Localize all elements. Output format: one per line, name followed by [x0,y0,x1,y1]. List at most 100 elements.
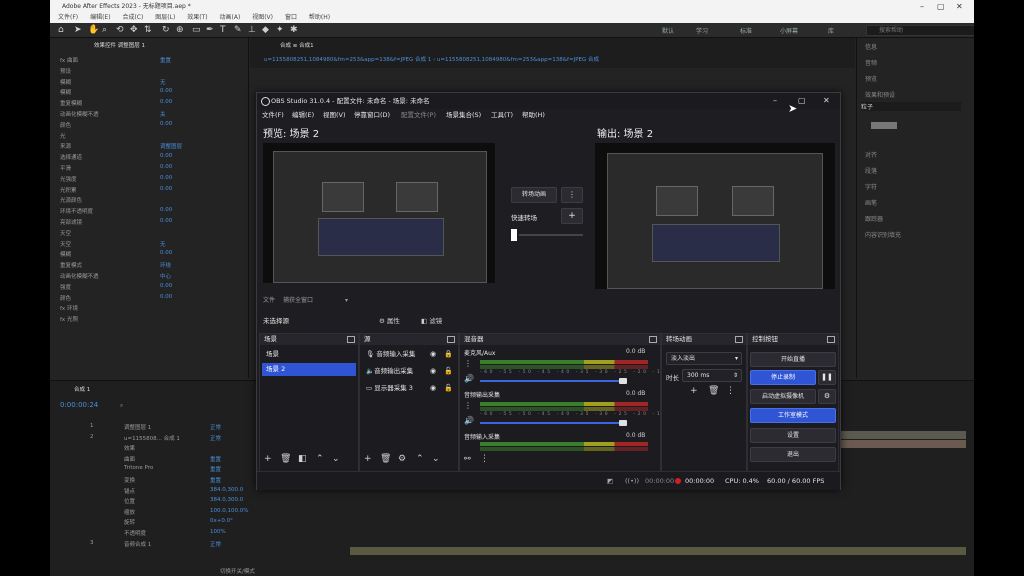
pan-tool-icon[interactable]: ✥ [130,25,138,35]
kebab-menu-icon[interactable]: ⋮ [464,401,472,410]
rp-tracker[interactable]: 跟踪器 [865,214,883,223]
minimize-icon[interactable]: – [920,0,924,13]
lock-icon[interactable]: 🔓 [444,367,453,375]
effect-property-row[interactable]: 重复模糊 0.00 [60,99,172,108]
effect-property-row[interactable]: 来源 调整图层 [60,142,182,151]
timeline-layer-row[interactable]: 3 音频合成 1 正常 [90,540,221,549]
effect-property-row[interactable]: 模糊 0.00 [60,88,172,97]
obs-menu-profile[interactable]: 配置文件(P) [401,109,436,122]
layer-mode[interactable]: 0x+0.0° [210,518,233,524]
volume-slider[interactable] [480,422,623,424]
effect-property-value[interactable]: 0.00 [160,283,172,289]
ae-menu-layer[interactable]: 图层(L) [155,14,175,21]
workspace-learn[interactable]: 学习 [696,26,708,35]
anchor-tool-icon[interactable]: ⊕ [176,25,184,35]
ae-menu-animation[interactable]: 动画(A) [220,14,241,21]
effect-property-row[interactable]: 预设 [60,67,71,76]
stamp-tool-icon[interactable]: ⊥ [248,25,256,35]
effect-property-value[interactable]: 环绕 [160,261,171,269]
workspace-default[interactable]: 默认 [662,26,674,35]
layer-mode[interactable]: 384.0,300.0 [210,497,243,503]
workspace-library[interactable]: 库 [828,26,834,35]
filter-icon[interactable]: ◧ [298,454,307,464]
exit-button[interactable]: 退出 [750,447,836,462]
effect-property-row[interactable]: 环境不透明度 0.00 [60,207,172,216]
transition-type-select[interactable]: 淡入淡出 ▾ [666,352,742,365]
preview-canvas[interactable] [263,143,495,283]
obs-menu-file[interactable]: 文件(F) [262,109,284,122]
timeline-layer-row[interactable]: 1 调整图层 1 正常 [90,423,221,432]
selection-tool-icon[interactable]: ➤ [74,25,82,35]
pen-tool-icon[interactable]: ✒ [206,25,214,35]
brush-tool-icon[interactable]: ✎ [234,25,242,35]
volume-slider[interactable] [480,380,623,382]
obs-close-icon[interactable]: ✕ [823,93,830,109]
trash-icon[interactable]: 🗑 [380,454,391,464]
chevron-down-icon[interactable]: ⌄ [332,454,340,464]
speaker-icon[interactable]: 🔊 [464,416,474,425]
layer-mode[interactable]: 重置 [210,455,221,463]
source-item-audio-input[interactable]: 🎙 音频输入采集 [362,348,456,361]
lock-icon[interactable]: 🔓 [444,384,453,392]
ae-menu-file[interactable]: 文件(F) [58,14,78,21]
layer-mode[interactable]: 正常 [210,434,221,442]
effect-property-row[interactable]: 天空 [60,229,71,238]
effect-property-value[interactable]: 0.00 [160,218,172,224]
home-icon[interactable]: ⌂ [58,25,64,35]
timeline-tab[interactable]: 合成 1 [74,385,90,394]
layer-mode[interactable]: 正常 [210,540,221,548]
effect-property-row[interactable]: 选择通道 0.00 [60,153,172,162]
obs-menu-view[interactable]: 视图(V) [323,109,346,122]
effect-property-value[interactable]: 0.00 [160,153,172,159]
rp-paragraph[interactable]: 段落 [865,166,877,175]
effect-property-value[interactable]: 0.00 [160,88,172,94]
effect-property-row[interactable]: fx 环境 [60,304,78,313]
effect-property-row[interactable]: 平滑 0.00 [60,164,172,173]
add-icon[interactable]: + [690,386,698,396]
help-search-input[interactable]: 搜索帮助 [866,25,974,36]
rect-tool-icon[interactable]: ▭ [192,25,201,35]
ae-menu-comp[interactable]: 合成(C) [122,14,143,21]
effect-property-value[interactable]: 0.00 [160,294,172,300]
timecode[interactable]: 0:00:00:24 [60,401,98,410]
obs-menu-help[interactable]: 帮助(H) [522,109,545,122]
chevron-down-icon[interactable]: ⌄ [432,454,440,464]
effect-property-row[interactable]: 光积累 0.00 [60,186,172,195]
effect-property-row[interactable]: fx 曲面 重置 [60,56,171,65]
add-icon[interactable]: + [364,454,372,464]
kebab-menu-icon[interactable]: ⋮ [464,359,472,368]
settings-button[interactable]: 设置 [750,428,836,443]
file-dropdown[interactable]: 捕获全窗口 ▾ [283,295,348,304]
volume-slider-knob[interactable] [618,420,627,426]
stop-recording-button[interactable]: 停止录制 [750,370,816,385]
composition-tab[interactable]: 合成 ≡ 合成1 [280,41,314,50]
close-icon[interactable]: ✕ [956,0,963,13]
transition-button[interactable]: 转场动画 [511,187,557,203]
ae-menu-effect[interactable]: 效果(T) [187,14,207,21]
effect-property-row[interactable]: 颜色 0.00 [60,294,172,303]
obs-menu-edit[interactable]: 编辑(E) [292,109,314,122]
eye-icon[interactable]: ◉ [430,384,436,392]
obs-menu-docks[interactable]: 停靠窗口(D) [354,109,390,122]
effect-property-value[interactable]: 0.00 [160,164,172,170]
obs-maximize-icon[interactable]: ▢ [798,93,806,109]
trash-icon[interactable]: 🗑 [280,454,291,464]
ae-menu-view[interactable]: 视图(V) [252,14,273,21]
ae-menu-window[interactable]: 窗口 [285,14,297,21]
obs-menu-tools[interactable]: 工具(T) [491,109,513,122]
chevron-up-icon[interactable]: ⌃ [316,454,324,464]
maximize-icon[interactable]: ▢ [937,0,945,13]
rp-align[interactable]: 对齐 [865,150,877,159]
ae-menu-help[interactable]: 帮助(H) [309,14,330,21]
rp-audio[interactable]: 音频 [865,58,877,67]
source-item-audio-output[interactable]: 🔈音频输出采集 [362,365,456,378]
kebab-menu-icon[interactable]: ⋮ [726,386,735,396]
effect-property-value[interactable]: 0.00 [160,250,172,256]
effect-property-row[interactable]: 亮部滤镜 0.00 [60,218,172,227]
scene-item-selected[interactable]: 场景 2 [262,363,356,376]
effect-property-value[interactable]: 无 [160,240,166,248]
transition-tbar[interactable] [511,229,517,241]
rotate-tool-icon[interactable]: ↻ [162,25,170,35]
lock-icon[interactable]: 🔒 [444,350,453,358]
effect-property-row[interactable]: 模糊 0.00 [60,250,172,259]
